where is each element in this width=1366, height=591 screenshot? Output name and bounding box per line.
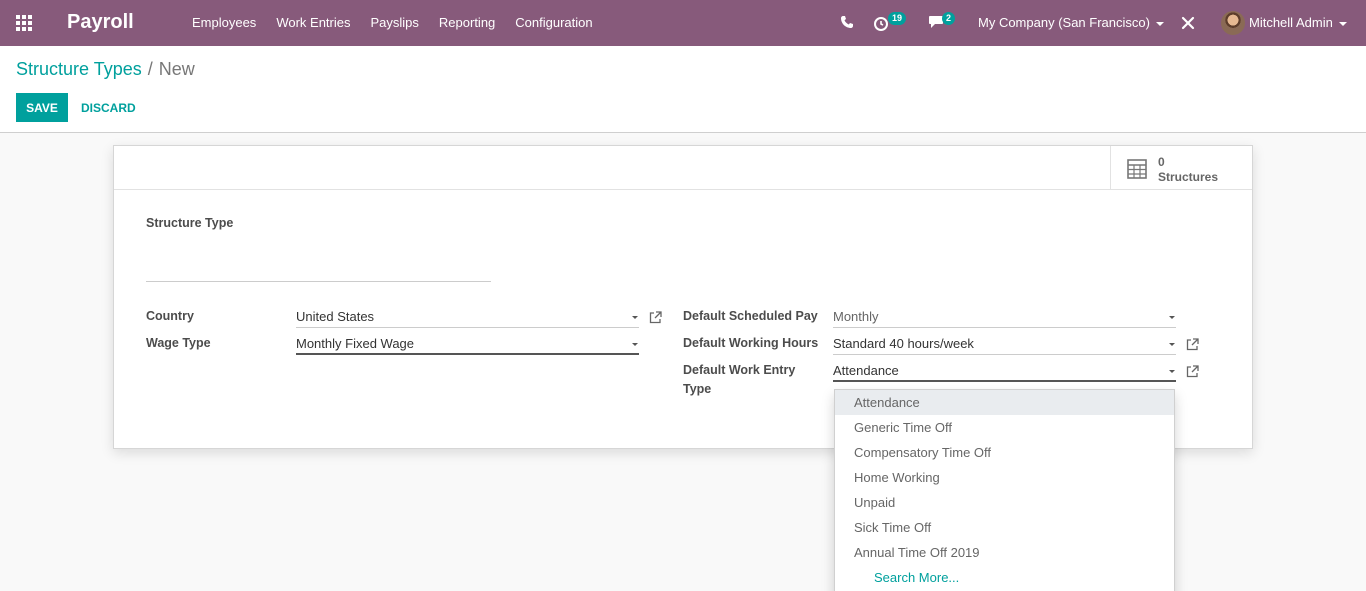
- structure-type-name-input[interactable]: [146, 251, 491, 282]
- dropdown-option-unpaid[interactable]: Unpaid: [835, 490, 1174, 515]
- wage-type-label: Wage Type: [146, 336, 211, 350]
- scheduled-pay-label: Default Scheduled Pay: [683, 309, 818, 323]
- breadcrumb-current: New: [158, 59, 195, 79]
- caret-down-icon: [632, 316, 638, 319]
- working-hours-select[interactable]: Standard 40 hours/week: [833, 334, 1176, 355]
- user-name: Mitchell Admin: [1249, 15, 1333, 30]
- work-entry-type-select[interactable]: Attendance: [833, 361, 1176, 382]
- caret-down-icon: [1169, 316, 1175, 319]
- structure-type-label: Structure Type: [146, 216, 234, 230]
- caret-down-icon: [632, 343, 638, 346]
- caret-down-icon: [1169, 370, 1175, 373]
- menu-payslips[interactable]: Payslips: [360, 0, 428, 46]
- work-entry-value: Attendance: [833, 363, 899, 378]
- menu-work-entries[interactable]: Work Entries: [266, 0, 360, 46]
- external-link-icon[interactable]: [649, 311, 662, 324]
- smart-button-box: 0 Structures: [114, 146, 1252, 190]
- working-hours-label: Default Working Hours: [683, 336, 819, 350]
- structures-smart-button[interactable]: 0 Structures: [1110, 146, 1252, 190]
- work-entry-label-line1: Default Work Entry: [683, 363, 796, 377]
- apps-menu-icon[interactable]: [16, 15, 34, 31]
- work-entry-type-label: Default Work Entry Type: [683, 361, 795, 399]
- work-entry-type-dropdown: Attendance Generic Time Off Compensatory…: [834, 389, 1175, 591]
- caret-down-icon: [1169, 343, 1175, 346]
- working-hours-value: Standard 40 hours/week: [833, 336, 974, 351]
- chevron-down-icon: [1155, 21, 1164, 26]
- activity-count-badge: 19: [888, 12, 907, 25]
- menu-reporting[interactable]: Reporting: [429, 0, 505, 46]
- external-link-icon[interactable]: [1186, 338, 1199, 351]
- message-count-badge: 2: [942, 12, 956, 25]
- dropdown-option-home-working[interactable]: Home Working: [835, 465, 1174, 490]
- structures-label: Structures: [1158, 170, 1219, 184]
- company-switcher[interactable]: My Company (San Francisco): [978, 15, 1164, 30]
- user-menu[interactable]: Mitchell Admin: [1249, 15, 1347, 30]
- dropdown-option-attendance[interactable]: Attendance: [835, 390, 1174, 415]
- menu-configuration[interactable]: Configuration: [505, 0, 602, 46]
- external-link-icon[interactable]: [1186, 365, 1199, 378]
- menu-employees[interactable]: Employees: [182, 0, 266, 46]
- scheduled-pay-value: Monthly: [833, 309, 879, 324]
- phone-icon[interactable]: [840, 15, 854, 29]
- dropdown-search-more[interactable]: Search More...: [835, 565, 1174, 590]
- wage-type-select[interactable]: Monthly Fixed Wage: [296, 334, 639, 355]
- breadcrumb-separator: /: [147, 59, 153, 79]
- structures-count: 0: [1158, 155, 1165, 169]
- main-menu: Employees Work Entries Payslips Reportin…: [182, 0, 603, 46]
- company-name: My Company (San Francisco): [978, 15, 1150, 30]
- app-brand[interactable]: Payroll: [67, 11, 134, 34]
- dropdown-option-generic-time-off[interactable]: Generic Time Off: [835, 415, 1174, 440]
- chevron-down-icon: [1338, 21, 1347, 26]
- calculator-icon: [1127, 159, 1147, 179]
- work-entry-label-line2: Type: [683, 382, 712, 396]
- dropdown-option-sick-time-off[interactable]: Sick Time Off: [835, 515, 1174, 540]
- discard-button[interactable]: DISCARD: [72, 93, 145, 122]
- scheduled-pay-select[interactable]: Monthly: [833, 307, 1176, 328]
- dropdown-option-annual-time-off-2019[interactable]: Annual Time Off 2019: [835, 540, 1174, 565]
- country-value: United States: [296, 309, 375, 324]
- breadcrumb-structure-types[interactable]: Structure Types: [16, 59, 142, 79]
- control-panel: Structure Types / New SAVE DISCARD: [0, 46, 1366, 133]
- country-label: Country: [146, 309, 194, 323]
- dropdown-option-compensatory-time-off[interactable]: Compensatory Time Off: [835, 440, 1174, 465]
- debug-tools-icon[interactable]: [1181, 16, 1195, 30]
- save-button[interactable]: SAVE: [16, 93, 68, 122]
- top-navbar: Payroll Employees Work Entries Payslips …: [0, 0, 1366, 46]
- country-select[interactable]: United States: [296, 307, 639, 328]
- breadcrumb: Structure Types / New: [16, 59, 195, 80]
- user-avatar[interactable]: [1221, 11, 1245, 35]
- wage-type-value: Monthly Fixed Wage: [296, 336, 415, 351]
